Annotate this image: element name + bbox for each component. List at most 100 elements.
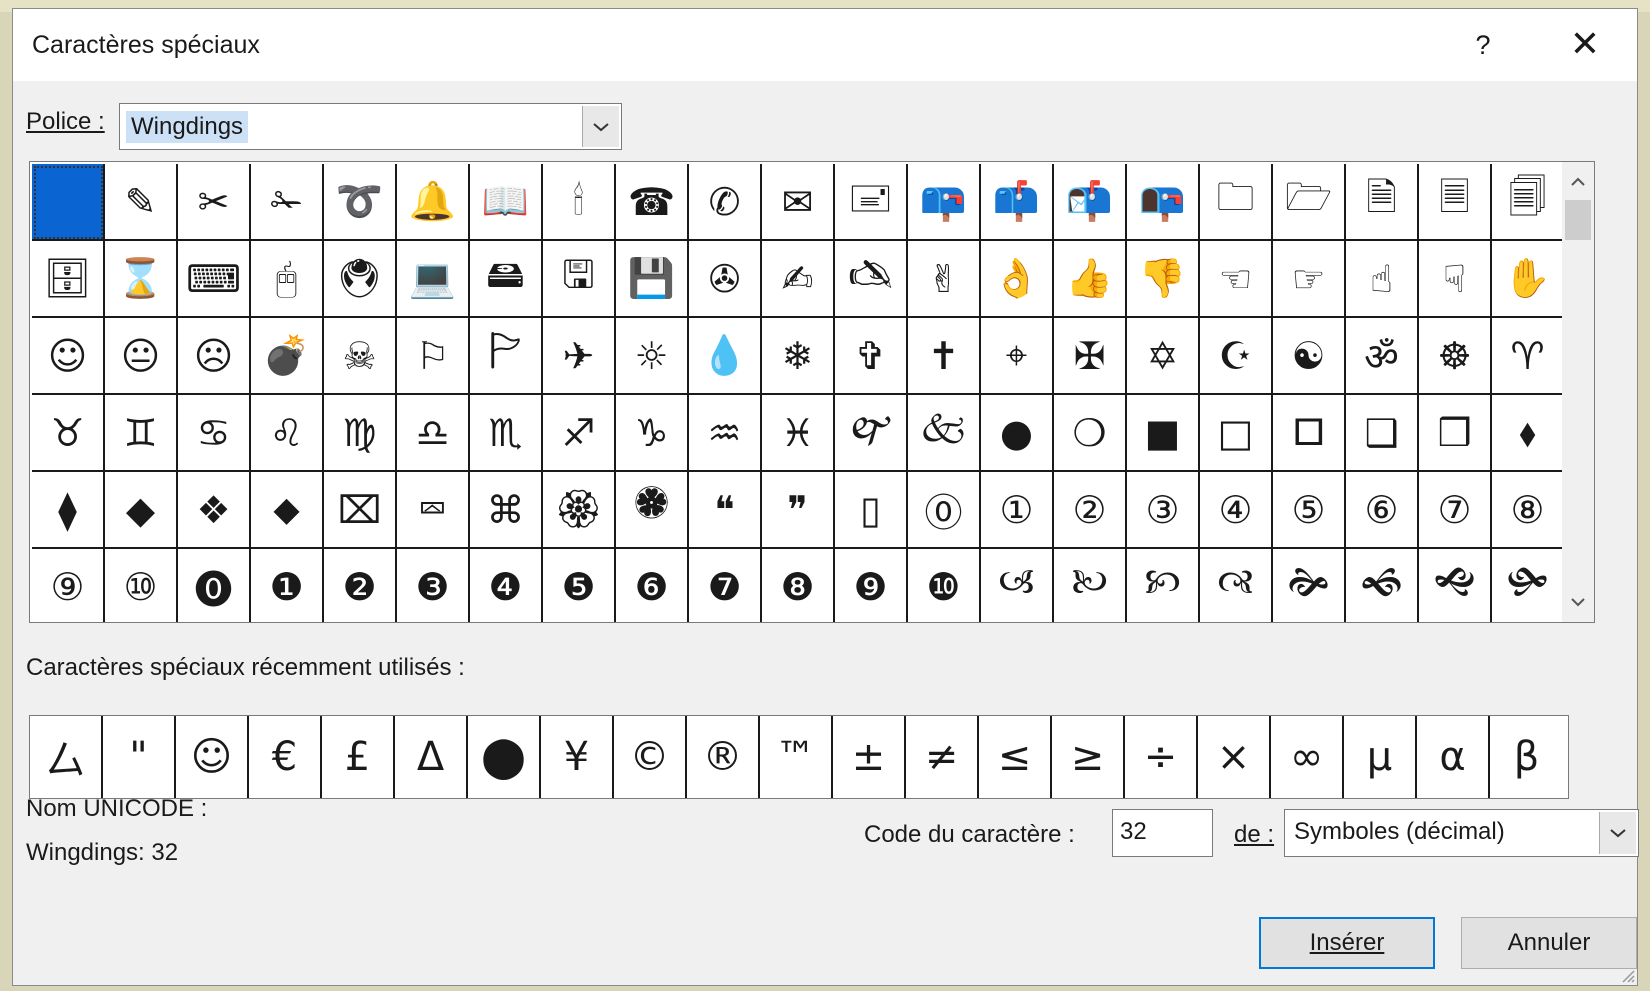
character-cell[interactable]: ④ <box>1200 472 1273 549</box>
character-cell[interactable]: 👍 <box>1054 241 1127 318</box>
character-cell[interactable]: ✞ <box>835 318 908 395</box>
scroll-down-button[interactable] <box>1566 590 1590 614</box>
character-cell[interactable]: ✍ <box>762 241 835 318</box>
character-cell[interactable]: ❻ <box>616 549 689 622</box>
character-cell[interactable]: ॐ <box>1346 318 1419 395</box>
character-cell[interactable]: 🖰 <box>251 241 324 318</box>
character-cell[interactable]: ❶ <box>251 549 324 622</box>
character-cell[interactable]: ✠ <box>1054 318 1127 395</box>
character-cell[interactable]: ⧫ <box>32 472 105 549</box>
font-dropdown-button[interactable] <box>582 106 619 147</box>
character-cell[interactable]: 🖴 <box>470 241 543 318</box>
recent-character-cell[interactable]: ⬤ <box>468 716 541 798</box>
character-cell[interactable]: ✆ <box>689 164 762 241</box>
character-cell[interactable]: ✡ <box>1127 318 1200 395</box>
character-cell[interactable]: ☎ <box>616 164 689 241</box>
recent-character-cell[interactable]: ™ <box>760 716 833 798</box>
insert-button[interactable]: Insérer <box>1259 917 1435 969</box>
character-cell[interactable]: ⑤ <box>1273 472 1346 549</box>
character-cell[interactable]: ☺ <box>32 318 105 395</box>
character-cell[interactable]: 👌 <box>981 241 1054 318</box>
character-cell[interactable]: ☠ <box>324 318 397 395</box>
character-cell[interactable]: 🗐 <box>1492 164 1565 241</box>
recent-character-cell[interactable]: £ <box>322 716 395 798</box>
char-code-input[interactable]: 32 <box>1112 809 1213 857</box>
character-cell[interactable]: ♈ <box>1492 318 1565 395</box>
scroll-thumb[interactable] <box>1565 200 1591 240</box>
character-cell[interactable]: ⑥ <box>1346 472 1419 549</box>
character-cell[interactable]: ♏ <box>470 395 543 472</box>
character-cell[interactable]: ⑦ <box>1419 472 1492 549</box>
recent-character-cell[interactable]: ☺ <box>176 716 249 798</box>
character-cell[interactable]: 🖎 <box>835 241 908 318</box>
character-cell[interactable]: ☯ <box>1273 318 1346 395</box>
character-cell[interactable]: ⌘ <box>470 472 543 549</box>
character-cell[interactable]: 🗎 <box>1346 164 1419 241</box>
character-cell[interactable]: ♑ <box>616 395 689 472</box>
recent-character-cell[interactable]: ± <box>833 716 906 798</box>
character-cell[interactable]: 💣 <box>251 318 324 395</box>
recent-character-cell[interactable]: € <box>249 716 322 798</box>
character-cell[interactable]: ⑧ <box>1492 472 1565 549</box>
recent-character-cell[interactable]: ® <box>687 716 760 798</box>
help-button[interactable]: ? <box>1465 27 1501 63</box>
character-cell[interactable]: ⌨ <box>178 241 251 318</box>
character-cell[interactable]: ☜ <box>1200 241 1273 318</box>
character-cell[interactable]: ❺ <box>543 549 616 622</box>
character-cell[interactable]: ❖ <box>178 472 251 549</box>
recent-character-cell[interactable]: ≠ <box>906 716 979 798</box>
character-cell[interactable]: ♒ <box>689 395 762 472</box>
recent-characters[interactable]: ⼛ " ☺ € £ Δ ⬤ ¥ © ® ™ ± ≠ ≤ ≥ ÷ × ∞ μ α β <box>29 715 1569 799</box>
character-cell[interactable]: ✝ <box>908 318 981 395</box>
character-cell[interactable]: ♓ <box>762 395 835 472</box>
character-cell[interactable]: 📬 <box>1054 164 1127 241</box>
recent-character-cell[interactable]: Δ <box>395 716 468 798</box>
character-cell[interactable]: ✌ <box>908 241 981 318</box>
resize-grip-icon[interactable] <box>1619 967 1635 983</box>
character-cell[interactable]: 📭 <box>1127 164 1200 241</box>
character-cell[interactable]: ✉ <box>762 164 835 241</box>
font-select[interactable]: Wingdings <box>119 103 622 150</box>
character-cell-selected[interactable] <box>32 164 105 241</box>
character-cell[interactable]: 🖫 <box>543 241 616 318</box>
character-cell[interactable]: 🙢 <box>981 549 1054 622</box>
character-cell[interactable]: 💧 <box>689 318 762 395</box>
character-cell[interactable]: ☹ <box>178 318 251 395</box>
character-cell[interactable]: ☝ <box>1346 241 1419 318</box>
character-cell[interactable]: ❑ <box>1346 395 1419 472</box>
character-cell[interactable]: 💻 <box>397 241 470 318</box>
recent-character-cell[interactable]: ÷ <box>1125 716 1198 798</box>
character-cell[interactable]: ❿ <box>908 549 981 622</box>
character-cell[interactable]: ⬥ <box>251 472 324 549</box>
character-cell[interactable]: ✇ <box>689 241 762 318</box>
character-cell[interactable]: ❞ <box>762 472 835 549</box>
close-button[interactable]: ✕ <box>1561 23 1609 67</box>
character-cell[interactable]: 🞐 <box>1273 395 1346 472</box>
character-cell[interactable]: ⚐ <box>397 318 470 395</box>
character-cell[interactable]: ♋ <box>178 395 251 472</box>
character-cell[interactable]: ⓿ <box>178 549 251 622</box>
character-cell[interactable]: ⬧ <box>1492 395 1565 472</box>
character-cell[interactable]: 🕯 <box>543 164 616 241</box>
encoding-dropdown-button[interactable] <box>1599 812 1636 854</box>
character-cell[interactable]: 🗄 <box>32 241 105 318</box>
character-cell[interactable]: ② <box>1054 472 1127 549</box>
character-cell[interactable]: ♐ <box>543 395 616 472</box>
character-grid[interactable]: ✎ ✂ ✁ ➰ 🔔 📖 🕯 ☎ ✆ ✉ 🖃 📪 📫 📬 📭 🗀 🗁 🗎 🗏 🗐 🗄 ⌛ ⌨ 🖰 🖲 💻 🖴 🖫 💾 ✇ ✍ 🖎 ✌ 👌 👍 👎 ☜ ☞ ☝ ☟… <box>29 161 1595 623</box>
character-cell[interactable]: 🙰 <box>835 395 908 472</box>
character-cell[interactable]: 🙞 <box>1273 549 1346 622</box>
character-cell[interactable]: 👎 <box>1127 241 1200 318</box>
character-cell[interactable]: 🗏 <box>1419 164 1492 241</box>
character-cell[interactable]: ❍ <box>1054 395 1127 472</box>
character-cell[interactable]: ⑩ <box>105 549 178 622</box>
character-cell[interactable]: ✁ <box>251 164 324 241</box>
recent-character-cell[interactable]: © <box>614 716 687 798</box>
character-cell[interactable]: ☸ <box>1419 318 1492 395</box>
cancel-button[interactable]: Annuler <box>1461 917 1637 969</box>
character-cell[interactable]: ♎ <box>397 395 470 472</box>
character-cell[interactable]: 🙜 <box>1346 549 1419 622</box>
recent-character-cell[interactable]: ∞ <box>1271 716 1344 798</box>
character-cell[interactable]: ① <box>981 472 1054 549</box>
character-cell[interactable]: 🗁 <box>1273 164 1346 241</box>
character-cell[interactable]: ❝ <box>689 472 762 549</box>
